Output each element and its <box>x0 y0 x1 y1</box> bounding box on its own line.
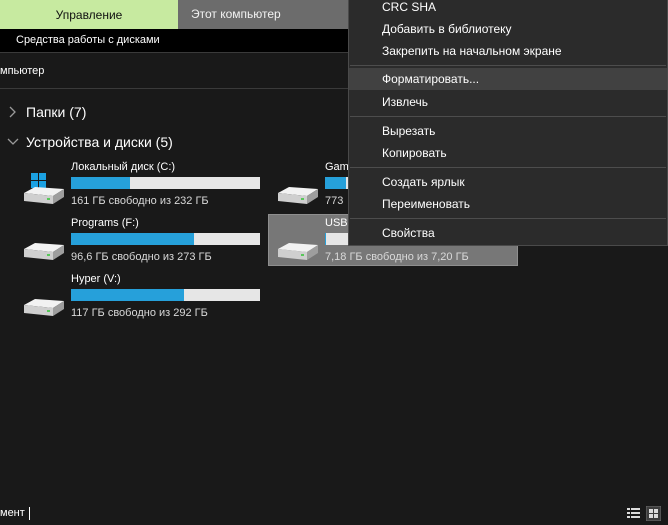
menu-separator <box>350 116 666 117</box>
tab-drive-tools[interactable]: Средства работы с дисками <box>0 29 178 52</box>
menu-item-format[interactable]: Форматировать... <box>349 68 667 90</box>
large-icons-view-icon[interactable] <box>646 506 661 521</box>
drive-usage-fill <box>71 289 185 301</box>
drive-usage-fill <box>325 233 326 245</box>
drive-free-space: 7,18 ГБ свободно из 7,20 ГБ <box>325 251 469 263</box>
drive-name: Локальный диск (C:) <box>71 161 176 173</box>
drive-free-space: 117 ГБ свободно из 292 ГБ <box>71 307 208 319</box>
details-view-icon[interactable] <box>626 506 641 521</box>
drive-name: Programs (F:) <box>71 217 139 229</box>
menu-item-properties[interactable]: Свойства <box>349 222 667 244</box>
status-bar: мент <box>0 502 668 525</box>
menu-separator <box>350 65 666 66</box>
status-separator <box>29 507 30 520</box>
windows-drive-icon <box>24 173 64 204</box>
group-devices-header[interactable]: Устройства и диски (5) <box>6 134 173 150</box>
menu-separator <box>350 218 666 219</box>
menu-item-eject[interactable]: Извлечь <box>349 91 667 113</box>
hard-drive-icon <box>24 243 64 260</box>
group-folders-label: Папки (7) <box>26 104 87 120</box>
drive-usage-bar <box>71 233 260 245</box>
drive-usage-bar <box>71 289 260 301</box>
drive-f[interactable]: Programs (F:) 96,6 ГБ свободно из 273 ГБ <box>9 215 260 267</box>
menu-item-add-to-library[interactable]: Добавить в библиотеку <box>349 18 667 40</box>
group-folders-header[interactable]: Папки (7) <box>6 104 86 120</box>
drive-free-space: 96,6 ГБ свободно из 273 ГБ <box>71 251 212 263</box>
ribbon-subtab-filler <box>178 29 348 52</box>
hard-drive-icon <box>24 299 64 316</box>
context-menu: CRC SHA Добавить в библиотеку Закрепить … <box>348 0 668 246</box>
drive-free-space: 773 <box>325 195 344 207</box>
chevron-right-icon <box>9 106 16 118</box>
drive-name: USB <box>325 217 348 229</box>
drive-usage-fill <box>71 177 130 189</box>
drive-v[interactable]: Hyper (V:) 117 ГБ свободно из 292 ГБ <box>9 271 260 323</box>
usb-drive-icon <box>278 243 318 260</box>
menu-item-cut[interactable]: Вырезать <box>349 120 667 142</box>
menu-item-create-shortcut[interactable]: Создать ярлык <box>349 171 667 193</box>
group-devices-label: Устройства и диски (5) <box>26 134 173 150</box>
drive-usage-bar <box>71 177 260 189</box>
drive-name: Gam <box>325 161 349 173</box>
menu-item-pin-to-start[interactable]: Закрепить на начальном экране <box>349 40 667 62</box>
status-text: мент <box>0 507 25 519</box>
menu-separator <box>350 167 666 168</box>
drive-usage-fill <box>71 233 194 245</box>
tab-this-pc[interactable]: Этот компьютер <box>178 0 348 29</box>
tab-manage[interactable]: Управление <box>0 0 178 29</box>
drive-c[interactable]: Локальный диск (C:) 161 ГБ свободно из 2… <box>9 159 260 211</box>
hard-drive-icon <box>278 187 318 204</box>
drive-usage-fill <box>325 177 346 189</box>
drive-free-space: 161 ГБ свободно из 232 ГБ <box>71 195 209 207</box>
address-text: мпьютер <box>0 65 45 77</box>
chevron-down-icon <box>7 138 19 145</box>
menu-item-crc-sha[interactable]: CRC SHA <box>349 0 667 18</box>
menu-item-copy[interactable]: Копировать <box>349 142 667 164</box>
drive-name: Hyper (V:) <box>71 273 121 285</box>
menu-item-rename[interactable]: Переименовать <box>349 193 667 215</box>
